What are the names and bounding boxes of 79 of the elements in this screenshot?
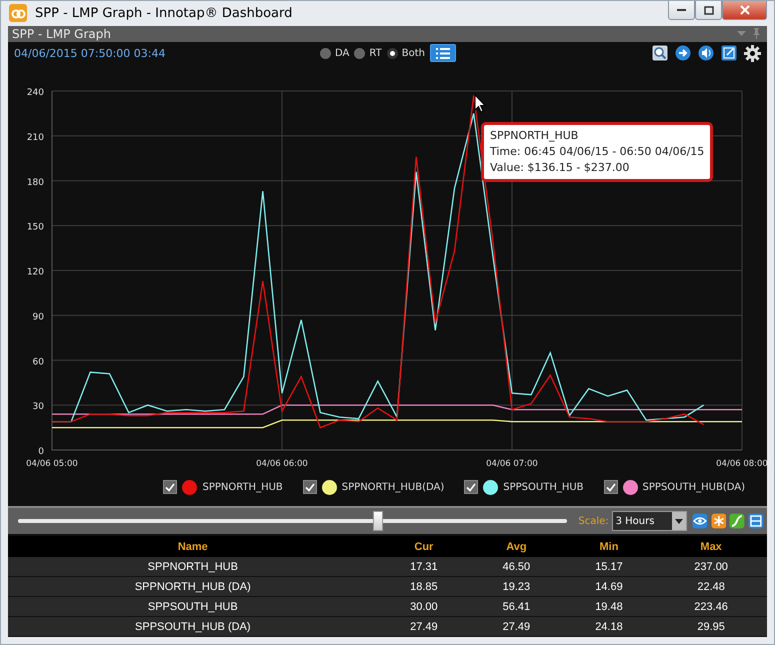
y-tick-label: 0 [38,447,44,457]
column-header: Min [562,536,656,557]
table-cell: 237.00 [655,557,767,576]
legend-label: SPPSOUTH_HUB [503,482,584,492]
settings-icon[interactable] [744,44,761,62]
table-cell: 56.41 [470,596,563,616]
speaker-icon[interactable] [698,45,714,61]
column-header: Name [8,536,378,557]
table-cell: 19.48 [562,596,656,616]
maximize-icon [704,6,714,14]
asterisk-icon[interactable] [710,513,726,529]
legend-checkbox[interactable] [302,480,317,494]
minimize-button[interactable] [668,1,695,20]
mode-radio[interactable]: DA [320,48,350,58]
column-header: Cur [378,536,470,557]
y-tick-label: 120 [26,268,44,278]
minimize-icon [676,8,686,12]
column-header: Avg [470,536,563,557]
scale-dropdown[interactable]: 3 Hours [612,511,687,531]
eye-icon[interactable] [692,513,708,529]
table-cell: 30.00 [378,596,470,616]
mode-radio[interactable]: RT [354,48,382,58]
list-icon [436,48,450,58]
scale-label: Scale: [578,516,609,526]
table-cell: 223.46 [655,596,767,616]
y-tick-label: 210 [26,132,44,143]
tooltip-line: Value: $136.15 - $237.00 [490,160,630,176]
slider-thumb[interactable] [373,511,384,531]
window-title: SPP - LMP Graph - Innotap® Dashboard [35,6,294,21]
table-cell: 29.95 [655,616,767,636]
app-logo-icon [9,4,27,22]
y-tick-label: 30 [32,402,44,412]
timestamp: 04/06/2015 07:50:00 03:44 [14,46,166,60]
x-tick-label: 04/06 08:00 [716,459,767,469]
close-button[interactable] [722,1,767,20]
table-cell: SPPSOUTH_HUB (DA) [8,616,378,636]
legend-label: SPPNORTH_HUB [202,482,283,492]
tooltip-title: SPPNORTH_HUB [490,128,580,144]
panel-title: SPP - LMP Graph [12,26,111,41]
edit-icon[interactable] [721,45,737,61]
x-tick-label: 04/06 06:00 [256,459,308,469]
legend-checkbox[interactable] [163,480,178,494]
zoom-icon[interactable] [652,45,668,61]
table-cell: 27.49 [470,616,563,636]
table-cell: 18.85 [378,576,470,596]
y-tick-label: 240 [26,88,44,98]
table-cell: SPPSOUTH_HUB [8,596,378,616]
y-tick-label: 150 [26,222,44,233]
tooltip-line: Time: 06:45 04/06/15 - 06:50 04/06/15 [490,144,704,160]
legend-checkbox[interactable] [464,480,478,494]
maximize-button[interactable] [695,1,722,20]
legend-label: SPPNORTH_HUB(DA) [342,482,444,492]
timeline-slider[interactable] [18,511,568,531]
table-cell: 22.48 [655,576,767,596]
table-cell: 27.49 [378,616,470,636]
table-cell: 19.23 [470,576,563,596]
caret-icon [674,518,683,524]
legend-checkbox[interactable] [604,480,618,494]
table-cell: 24.18 [562,616,656,636]
x-tick-label: 04/06 07:00 [486,459,538,469]
window-icon[interactable] [748,513,764,529]
mouse-cursor-icon [474,94,486,113]
y-tick-label: 90 [32,312,44,322]
table-cell: 15.17 [562,557,656,576]
legend-label: SPPSOUTH_HUB(DA) [642,482,745,492]
table-cell: 17.31 [378,557,470,576]
x-tick-label: 04/06 05:00 [26,459,78,469]
column-header: Max [655,536,767,557]
mode-radio[interactable]: Both [386,48,425,58]
close-icon [740,5,750,15]
y-tick-label: 60 [32,357,44,368]
table-cell: SPPNORTH_HUB (DA) [8,576,378,596]
table-cell: SPPNORTH_HUB [8,557,378,576]
list-button[interactable] [430,44,456,62]
y-tick-label: 180 [26,178,44,188]
table-cell: 46.50 [470,557,563,576]
curve-icon[interactable] [729,513,746,529]
table-cell: 14.69 [562,576,656,596]
arrow-right-icon[interactable] [675,45,691,61]
